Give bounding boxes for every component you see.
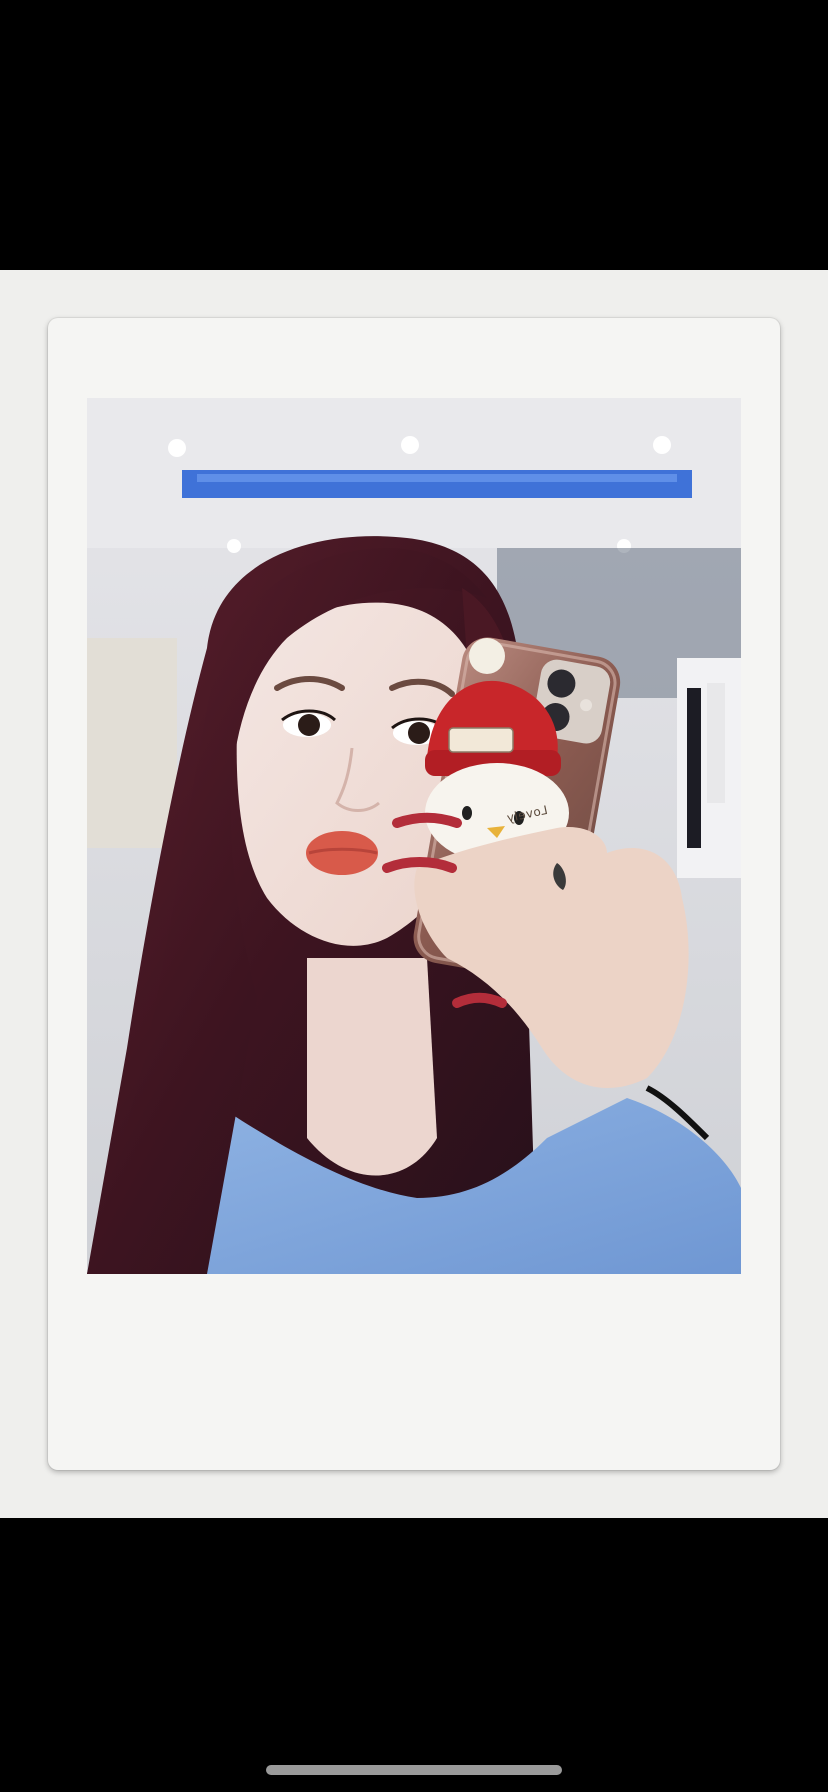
- nail: [392, 812, 462, 828]
- hat-pom-pom: [469, 638, 505, 674]
- lovely-tag: [448, 727, 514, 753]
- polaroid-frame: Lovely: [48, 318, 780, 1470]
- lips: [306, 831, 378, 875]
- nail: [452, 992, 507, 1008]
- neck: [307, 958, 437, 1176]
- image-viewer-canvas[interactable]: Lovely: [0, 270, 828, 1518]
- ceiling-lamp: [653, 436, 671, 454]
- doorway: [87, 638, 177, 848]
- home-indicator[interactable]: [266, 1765, 562, 1775]
- ceiling-lamp: [168, 439, 186, 457]
- selfie-illustration: [87, 398, 741, 1274]
- selfie-photo: Lovely: [87, 398, 741, 1274]
- ceiling-lamp: [227, 539, 241, 553]
- ceiling-lamp: [401, 436, 419, 454]
- image-viewer-screen: Lovely: [0, 0, 828, 1792]
